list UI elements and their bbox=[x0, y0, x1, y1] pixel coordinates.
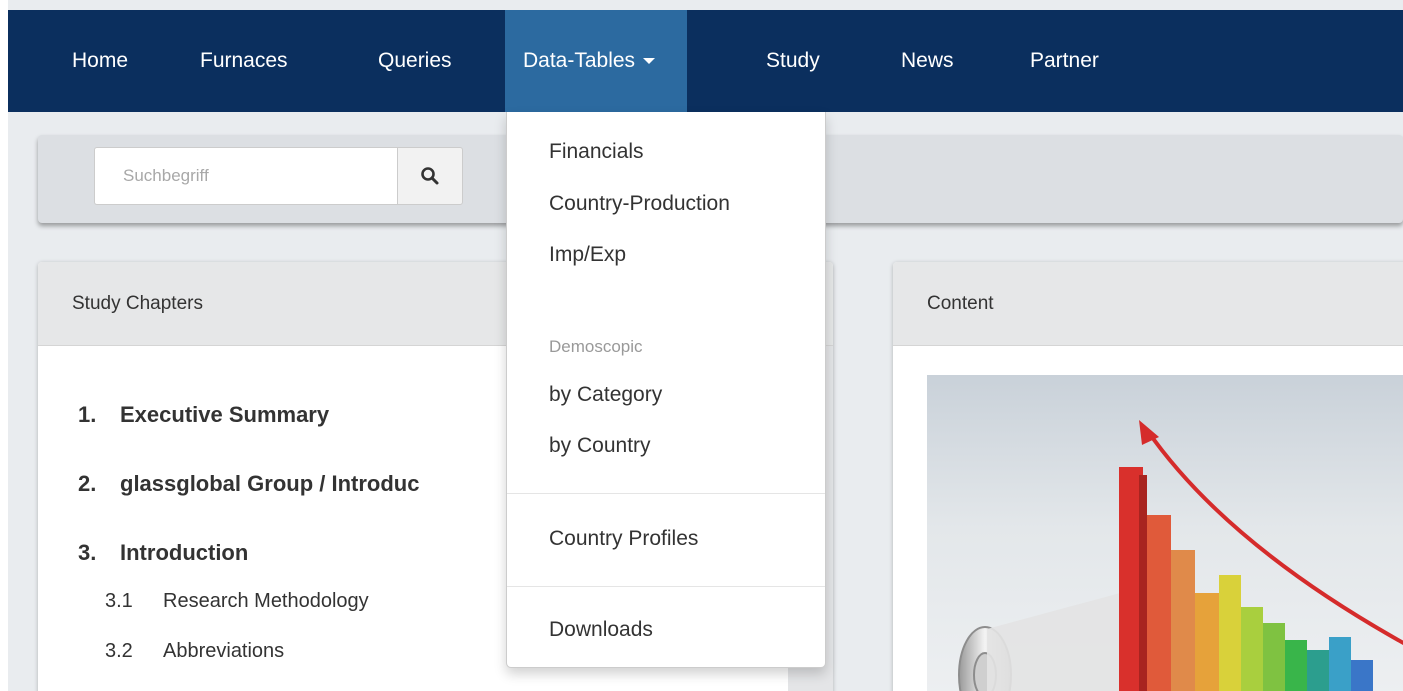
subchapter-label: Abbreviations bbox=[163, 640, 285, 662]
growth-chart-icon bbox=[958, 420, 1403, 691]
chapter-item[interactable]: 1. Executive Summary bbox=[78, 402, 419, 471]
nav-data-tables[interactable]: Data-Tables bbox=[505, 10, 688, 112]
menu-header-demoscopic: Demoscopic bbox=[549, 337, 643, 356]
subchapter-item[interactable]: 3.1 Research Methodology bbox=[78, 590, 419, 640]
subchapter-number: 3.2 bbox=[105, 640, 133, 662]
nav-furnaces[interactable]: Furnaces bbox=[200, 10, 288, 112]
content-panel: Content bbox=[893, 262, 1403, 691]
chapter-list: 1. Executive Summary 2. glassglobal Group … bbox=[78, 402, 419, 690]
menu-item-country-production[interactable]: Country-Production bbox=[549, 192, 730, 216]
nav-study[interactable]: Study bbox=[766, 10, 820, 112]
menu-item-downloads[interactable]: Downloads bbox=[549, 618, 653, 642]
chapter-label: Executive Summary bbox=[120, 402, 330, 427]
subchapter-label: Research Methodology bbox=[163, 590, 369, 612]
search-button[interactable] bbox=[397, 147, 463, 205]
growth-chart-illustration bbox=[927, 375, 1403, 691]
chapter-number: 1. bbox=[78, 402, 97, 427]
menu-item-financials[interactable]: Financials bbox=[549, 140, 644, 164]
menu-item-imp-exp[interactable]: Imp/Exp bbox=[549, 243, 626, 267]
chapter-item[interactable]: 3. Introduction bbox=[78, 540, 419, 590]
chapter-number: 3. bbox=[78, 540, 97, 565]
chapter-item[interactable]: 2. glassglobal Group / Introduc bbox=[78, 471, 419, 540]
menu-divider bbox=[507, 493, 825, 494]
content-heading: Content bbox=[893, 262, 1403, 346]
subchapter-number: 3.1 bbox=[105, 590, 133, 612]
subchapter-item[interactable]: 3.2 Abbreviations bbox=[78, 640, 419, 690]
menu-item-country-profiles[interactable]: Country Profiles bbox=[549, 527, 698, 551]
search-icon bbox=[421, 167, 439, 185]
menu-divider bbox=[507, 586, 825, 587]
nav-partner[interactable]: Partner bbox=[1030, 10, 1099, 112]
chapter-label: glassglobal Group / Introduc bbox=[120, 471, 420, 496]
nav-data-tables-label: Data-Tables bbox=[523, 49, 636, 72]
menu-item-by-country[interactable]: by Country bbox=[549, 434, 651, 458]
search-input[interactable] bbox=[94, 147, 397, 205]
nav-home[interactable]: Home bbox=[72, 10, 128, 112]
chapter-number: 2. bbox=[78, 471, 97, 496]
menu-item-by-category[interactable]: by Category bbox=[549, 383, 662, 407]
top-navbar: Home Furnaces Queries Data-Tables Study … bbox=[8, 10, 1403, 112]
nav-news[interactable]: News bbox=[901, 10, 954, 112]
chapter-label: Introduction bbox=[120, 540, 249, 565]
nav-queries[interactable]: Queries bbox=[378, 10, 452, 112]
caret-down-icon bbox=[643, 58, 656, 65]
data-tables-dropdown: Financials Country-Production Imp/Exp De… bbox=[506, 112, 826, 668]
page-left-edge bbox=[0, 0, 8, 691]
